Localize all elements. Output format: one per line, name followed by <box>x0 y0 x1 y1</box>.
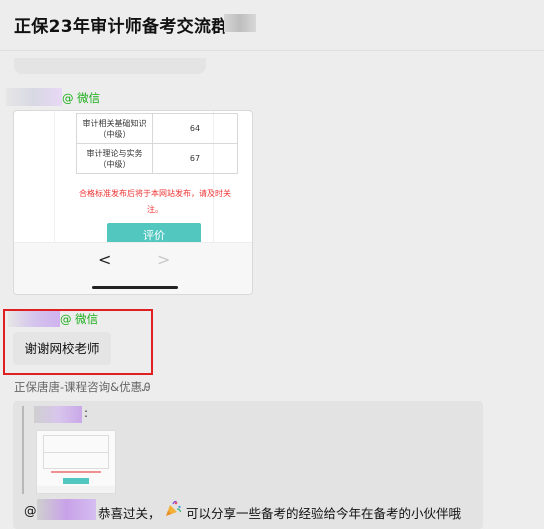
image-message[interactable]: 审计相关基础知识（中级） 64 审计理论与实务（中级） 67 合格标准发布后将于… <box>13 110 253 295</box>
sender-name: 正保唐唐-课程咨询&优惠Ꭿ <box>14 380 151 394</box>
score-table: 审计相关基础知识（中级） 64 审计理论与实务（中级） 67 <box>76 113 238 174</box>
score-cell: 64 <box>152 113 238 144</box>
header-divider <box>0 50 544 51</box>
group-title[interactable]: 正保23年审计师备考交流群 <box>14 12 229 37</box>
message-bubble[interactable]: 谢谢网校老师 <box>13 332 111 365</box>
redacted-quoted-name <box>34 406 82 423</box>
reply-text-part2: 可以分享一些备考的经验给今年在备考的小伙伴哦 <box>186 506 462 521</box>
thumb-notice <box>51 471 101 473</box>
party-popper-icon <box>166 500 182 516</box>
quoted-image-thumbnail[interactable] <box>36 430 116 494</box>
back-arrow-icon[interactable]: < <box>98 250 111 269</box>
mention-at: @ <box>24 503 37 518</box>
notice-text: 合格标准发布后将于本网站发布，请及时关注。 <box>79 189 231 214</box>
chat-header: 正保23年审计师备考交流群 <box>0 0 544 51</box>
thumb-button <box>63 478 89 484</box>
wechat-tag: @ 微信 <box>62 91 101 105</box>
redacted-mention-name <box>37 499 96 520</box>
score-cell: 67 <box>152 143 238 174</box>
redacted-sender-name <box>6 88 62 106</box>
quote-bar <box>22 406 24 494</box>
reply-text-part1: 恭喜过关， <box>98 506 161 521</box>
subject-cell: 审计相关基础知识（中级） <box>76 113 153 144</box>
quote-colon: : <box>84 406 89 420</box>
thumb-nav <box>37 486 115 493</box>
subject-cell: 审计理论与实务（中级） <box>76 143 153 174</box>
previous-message-bubble <box>14 58 206 74</box>
forward-arrow-icon[interactable]: > <box>157 250 170 269</box>
table-row: 审计相关基础知识（中级） 64 <box>76 113 238 144</box>
thumb-table <box>43 435 109 453</box>
redacted-title-suffix <box>224 14 256 32</box>
table-row: 审计理论与实务（中级） 67 <box>76 143 238 174</box>
thumb-table-row <box>43 453 109 469</box>
home-indicator <box>92 286 178 289</box>
